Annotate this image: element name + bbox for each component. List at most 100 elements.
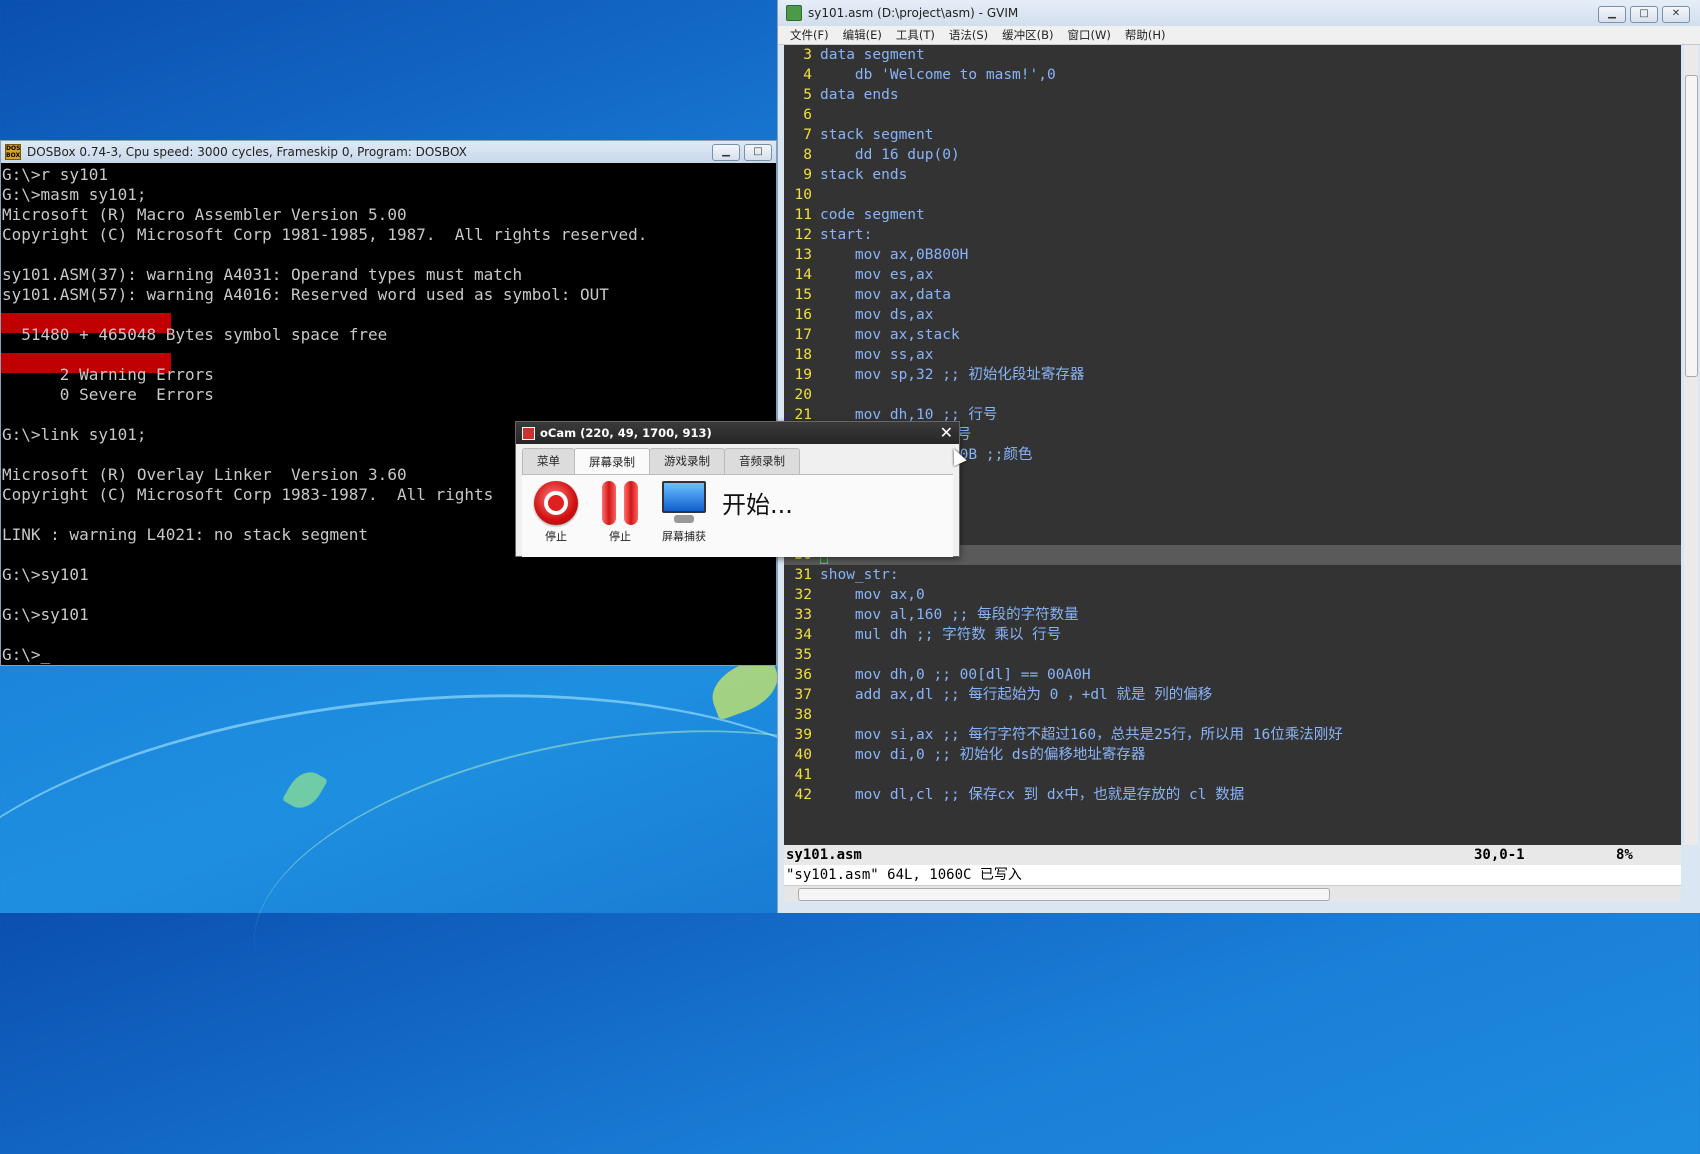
ocam-icon — [522, 426, 535, 440]
code-line[interactable]: 36 mov dh,0 ;; 00[dl] == 00A0H — [784, 665, 1681, 685]
code-line[interactable]: 42 mov dl,cl ;; 保存cx 到 dx中，也就是存放的 cl 数据 — [784, 785, 1681, 805]
maximize-button[interactable]: □ — [1630, 6, 1658, 23]
code-text: mov al,160 ;; 每段的字符数量 — [820, 607, 1079, 623]
dosbox-window[interactable]: DOS BOX DOSBox 0.74-3, Cpu speed: 3000 cy… — [0, 140, 777, 666]
line-number: 13 — [794, 247, 812, 263]
code-line[interactable]: 8 dd 16 dup(0) — [784, 145, 1681, 165]
line-number: 6 — [803, 107, 812, 123]
status-percent: 8% — [1616, 847, 1633, 863]
code-line[interactable]: 16 mov ds,ax — [784, 305, 1681, 325]
ocam-tab[interactable]: 音频录制 — [724, 448, 800, 474]
ocam-window[interactable]: oCam (220, 49, 1700, 913) ✕ 菜单 屏幕录制 游戏录制 音频… — [515, 421, 960, 557]
code-line[interactable]: 5 data ends — [784, 85, 1681, 105]
terminal-line: sy101.ASM(37): warning A4031: Operand ty… — [2, 265, 523, 284]
line-number: 9 — [803, 167, 812, 183]
vim-icon — [786, 5, 802, 21]
ocam-titlebar[interactable]: oCam (220, 49, 1700, 913) ✕ — [516, 422, 959, 444]
code-line[interactable]: 20 — [784, 385, 1681, 405]
line-number: 34 — [794, 627, 812, 643]
maximize-button[interactable]: □ — [744, 144, 772, 161]
scrollbar-thumb[interactable] — [798, 888, 1330, 901]
code-line[interactable]: 39 mov si,ax ;; 每行字符不超过160，总共是25行，所以用 16… — [784, 725, 1681, 745]
line-number: 7 — [803, 127, 812, 143]
minimize-button[interactable]: ▁ — [712, 144, 740, 161]
close-icon[interactable]: ✕ — [940, 423, 953, 442]
code-line[interactable]: 13 mov ax,0B800H — [784, 245, 1681, 265]
line-number: 3 — [803, 47, 812, 63]
code-line[interactable]: 3 data segment — [784, 45, 1681, 65]
tool-label: 停止 — [545, 530, 567, 543]
tool-label: 屏幕捕获 — [662, 530, 706, 543]
pause-stop-button[interactable]: 停止 — [600, 481, 640, 544]
code-line[interactable]: 34 mul dh ;; 字符数 乘以 行号 — [784, 625, 1681, 645]
code-line[interactable]: 32 mov ax,0 — [784, 585, 1681, 605]
code-line[interactable]: 10 — [784, 185, 1681, 205]
ocam-tab[interactable]: 菜单 — [522, 448, 575, 474]
code-line[interactable]: 9 stack ends — [784, 165, 1681, 185]
terminal-line: G:\>r sy101 — [2, 165, 108, 184]
gvim-cmdline[interactable]: "sy101.asm" 64L, 1060C 已写入 — [784, 865, 1681, 885]
line-number: 41 — [794, 767, 812, 783]
line-number: 16 — [794, 307, 812, 323]
code-line[interactable]: 18 mov ss,ax — [784, 345, 1681, 365]
pause-icon — [600, 481, 640, 525]
vertical-scrollbar[interactable] — [1684, 45, 1698, 845]
start-status-text: 开始... — [722, 491, 793, 519]
line-number: 42 — [794, 787, 812, 803]
ocam-toolbar: 停止 停止 屏幕捕获 开始... — [522, 475, 953, 557]
code-line[interactable]: 35 — [784, 645, 1681, 665]
menu-item[interactable]: 缓冲区(B) — [1002, 27, 1053, 43]
code-line[interactable]: 40 mov di,0 ;; 初始化 ds的偏移地址寄存器 — [784, 745, 1681, 765]
ocam-tabs: 菜单 屏幕录制 游戏录制 音频录制 — [522, 448, 953, 475]
dosbox-screen[interactable]: G:\>r sy101 G:\>masm sy101; Microsoft (R) … — [1, 163, 776, 665]
code-line[interactable]: 4 db 'Welcome to masm!',0 — [784, 65, 1681, 85]
code-line[interactable]: 6 — [784, 105, 1681, 125]
code-text: mov ds,ax — [820, 307, 934, 323]
scrollbar-thumb[interactable] — [1685, 75, 1698, 377]
terminal-line: G:\>masm sy101; — [2, 185, 147, 204]
line-number: 17 — [794, 327, 812, 343]
code-line[interactable]: 41 — [784, 765, 1681, 785]
menu-item[interactable]: 语法(S) — [949, 27, 988, 43]
record-stop-button[interactable]: 停止 — [534, 481, 578, 544]
status-filename: sy101.asm — [786, 847, 862, 863]
line-number: 4 — [803, 67, 812, 83]
dosbox-titlebar[interactable]: DOS BOX DOSBox 0.74-3, Cpu speed: 3000 cy… — [1, 141, 776, 163]
menu-item[interactable]: 窗口(W) — [1068, 27, 1111, 43]
code-text: data ends — [820, 87, 899, 103]
code-line[interactable]: 15 mov ax,data — [784, 285, 1681, 305]
code-text: mov es,ax — [820, 267, 934, 283]
menu-item[interactable]: 工具(T) — [896, 27, 935, 43]
line-number: 31 — [794, 567, 812, 583]
code-line[interactable]: 31 show_str: — [784, 565, 1681, 585]
code-line[interactable]: 17 mov ax,stack — [784, 325, 1681, 345]
code-line[interactable]: 38 — [784, 705, 1681, 725]
terminal-line: G:\>sy101 — [2, 605, 89, 624]
code-text: show_str: — [820, 567, 899, 583]
code-line[interactable]: 11 code segment — [784, 205, 1681, 225]
code-text: mov si,ax ;; 每行字符不超过160，总共是25行，所以用 16位乘法… — [820, 727, 1343, 743]
code-line[interactable]: 7 stack segment — [784, 125, 1681, 145]
minimize-button[interactable]: ▁ — [1598, 6, 1626, 23]
menu-item[interactable]: 文件(F) — [790, 27, 829, 43]
ocam-tab[interactable]: 游戏录制 — [649, 448, 725, 474]
code-line[interactable]: 14 mov es,ax — [784, 265, 1681, 285]
line-number: 37 — [794, 687, 812, 703]
code-line[interactable]: 19 mov sp,32 ;; 初始化段址寄存器 — [784, 365, 1681, 385]
horizontal-scrollbar[interactable] — [784, 885, 1681, 902]
menu-item[interactable]: 编辑(E) — [843, 27, 882, 43]
code-line[interactable]: 12 start: — [784, 225, 1681, 245]
code-text: mov ax,0 — [820, 587, 925, 603]
menu-item[interactable]: 帮助(H) — [1125, 27, 1166, 43]
close-button[interactable]: ✕ — [1662, 6, 1690, 23]
code-line[interactable]: 37 add ax,dl ;; 每行起始为 0 ，+dl 就是 列的偏移 — [784, 685, 1681, 705]
code-line[interactable]: 33 mov al,160 ;; 每段的字符数量 — [784, 605, 1681, 625]
cmdline-text: "sy101.asm" 64L, 1060C 已写入 — [786, 867, 1022, 883]
ocam-tab[interactable]: 屏幕录制 — [574, 448, 650, 474]
line-number: 14 — [794, 267, 812, 283]
line-number: 15 — [794, 287, 812, 303]
screen-capture-button[interactable]: 屏幕捕获 — [662, 481, 706, 544]
line-number: 38 — [794, 707, 812, 723]
gvim-titlebar[interactable]: sy101.asm (D:\project\asm) - GVIM ▁ □ ✕ — [778, 0, 1700, 26]
